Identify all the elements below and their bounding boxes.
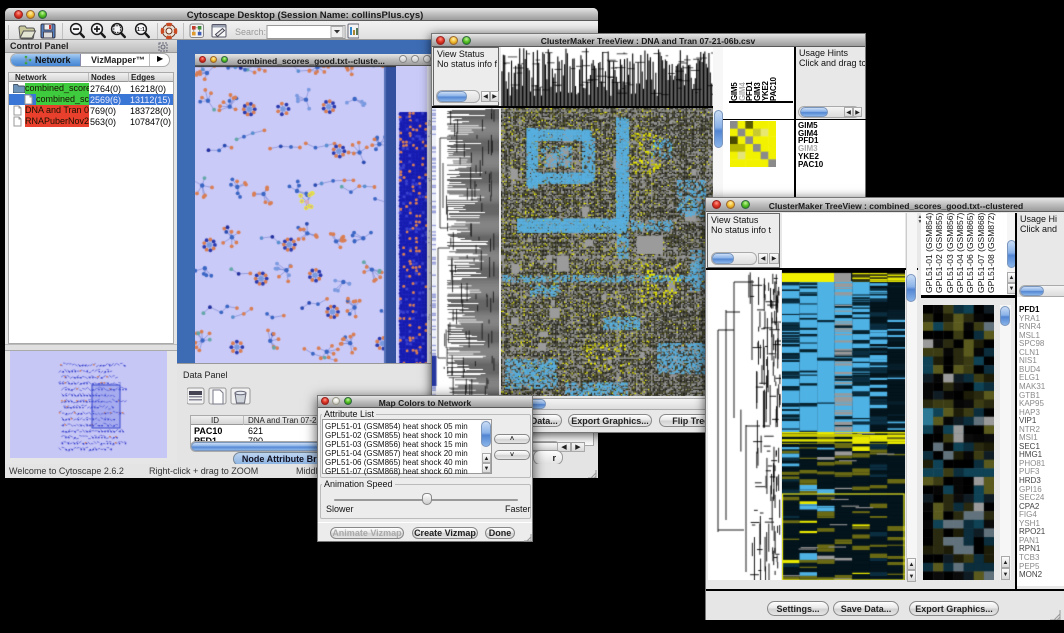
svg-text:Search:: Search:	[235, 27, 266, 37]
svg-text:1:1: 1:1	[137, 27, 145, 33]
